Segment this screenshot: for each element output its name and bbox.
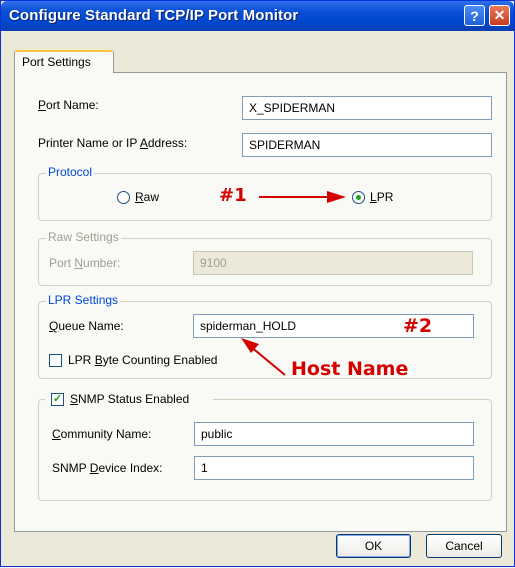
snmp-checkbox-label[interactable]: SNMP Status Enabled bbox=[70, 392, 189, 406]
snmp-group bbox=[38, 399, 492, 501]
snmp-checkbox[interactable]: ✓ bbox=[51, 393, 64, 406]
annotation-host-name: Host Name bbox=[291, 358, 409, 380]
queue-name-input[interactable]: spiderman_HOLD bbox=[193, 314, 325, 338]
annotation-marker-2: #2 bbox=[403, 315, 433, 337]
arrow-to-lpr bbox=[259, 191, 346, 203]
port-number-input: 9100 bbox=[193, 251, 473, 275]
device-index-input[interactable]: 1 bbox=[194, 456, 474, 480]
lpr-settings-legend: LPR Settings bbox=[46, 293, 121, 307]
dialog-window: Configure Standard TCP/IP Port Monitor ?… bbox=[0, 0, 515, 567]
byte-counting-checkbox[interactable] bbox=[49, 354, 62, 367]
lpr-settings-group bbox=[38, 301, 492, 379]
community-name-label: Community Name: bbox=[52, 427, 152, 441]
tab-port-settings[interactable]: Port Settings bbox=[14, 50, 114, 73]
byte-counting-label[interactable]: LPR Byte Counting Enabled bbox=[68, 353, 217, 367]
queue-name-label: Queue Name: bbox=[49, 319, 124, 333]
port-number-label: Port Number: bbox=[49, 256, 121, 270]
queue-name-input-extent[interactable] bbox=[324, 314, 474, 338]
community-name-input[interactable]: public bbox=[194, 422, 474, 446]
cancel-button[interactable]: Cancel bbox=[426, 534, 502, 558]
ok-button[interactable]: OK bbox=[336, 534, 411, 558]
raw-settings-legend: Raw Settings bbox=[46, 230, 121, 244]
device-index-label: SNMP Device Index: bbox=[52, 461, 163, 475]
